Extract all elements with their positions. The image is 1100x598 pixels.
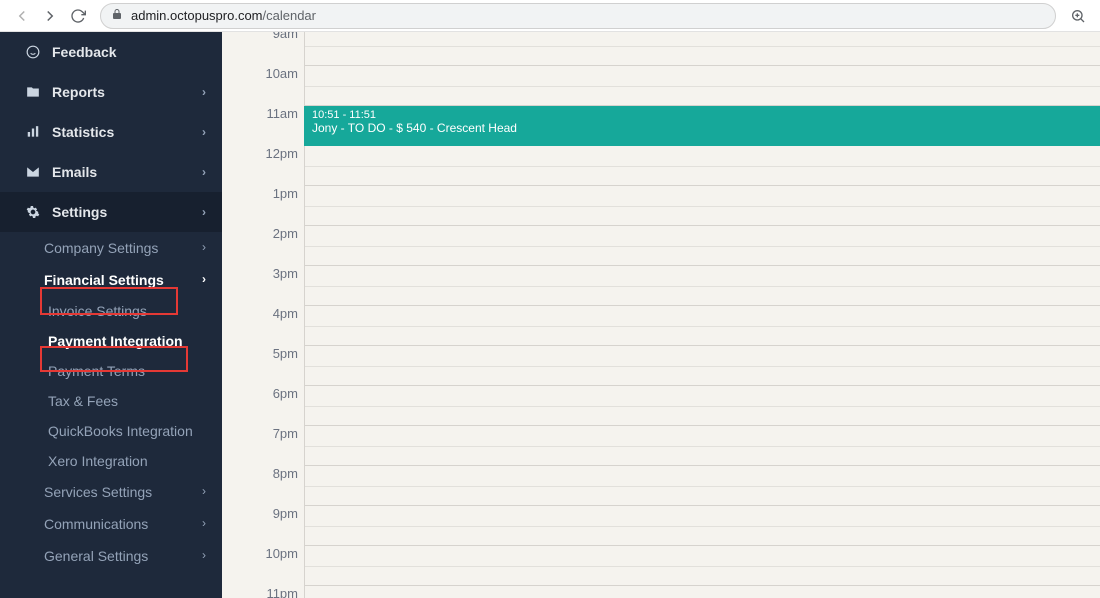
sidebar-subitem-financial-settings[interactable]: Financial Settings ›: [44, 264, 222, 296]
chevron-right-icon: ›: [202, 240, 206, 254]
financial-submenu: Invoice Settings Payment Integration Pay…: [44, 296, 222, 476]
hour-row[interactable]: [305, 146, 1100, 186]
chevron-right-icon: ›: [202, 205, 206, 219]
time-label: 4pm: [256, 306, 304, 346]
time-label: 10am: [256, 66, 304, 106]
sub-label: Payment Integration: [48, 333, 183, 349]
sidebar: Feedback Reports › Statistics › Emails ›: [0, 32, 222, 598]
sidebar-subitem-services-settings[interactable]: Services Settings ›: [44, 476, 222, 508]
chevron-right-icon: ›: [202, 272, 206, 286]
sidebar-label: Settings: [52, 204, 107, 220]
sidebar-subitem-company-settings[interactable]: Company Settings ›: [44, 232, 222, 264]
sub-label: Xero Integration: [48, 453, 148, 469]
lock-icon: [111, 8, 123, 23]
calendar-event[interactable]: 10:51 - 11:51 Jony - TO DO - $ 540 - Cre…: [304, 106, 1100, 146]
hour-row[interactable]: [305, 586, 1100, 598]
address-bar[interactable]: admin.octopuspro.com/calendar: [100, 3, 1056, 29]
time-label: 3pm: [256, 266, 304, 306]
sidebar-subitem-quickbooks[interactable]: QuickBooks Integration: [48, 416, 222, 446]
hour-row[interactable]: [305, 226, 1100, 266]
smile-icon: [24, 45, 42, 59]
sub-label: QuickBooks Integration: [48, 423, 193, 439]
time-label: 7pm: [256, 426, 304, 466]
sub-label: Tax & Fees: [48, 393, 118, 409]
app-container: Feedback Reports › Statistics › Emails ›: [0, 32, 1100, 598]
sub-label: Financial Settings: [44, 272, 164, 288]
url-text: admin.octopuspro.com/calendar: [131, 8, 316, 23]
hour-row[interactable]: [305, 266, 1100, 306]
settings-submenu: Company Settings › Financial Settings › …: [0, 232, 222, 572]
gear-icon: [24, 205, 42, 219]
sub-label: Communications: [44, 516, 148, 532]
time-label: 6pm: [256, 386, 304, 426]
time-label: 10pm: [256, 546, 304, 586]
sidebar-subitem-payment-integration[interactable]: Payment Integration: [48, 326, 222, 356]
browser-toolbar: admin.octopuspro.com/calendar: [0, 0, 1100, 32]
hour-row[interactable]: [305, 66, 1100, 106]
chevron-right-icon: ›: [202, 125, 206, 139]
sidebar-item-emails[interactable]: Emails ›: [0, 152, 222, 192]
hour-row[interactable]: [305, 306, 1100, 346]
back-button[interactable]: [8, 2, 36, 30]
sidebar-label: Emails: [52, 164, 97, 180]
calendar-grid-container: 9am10am11am12pm1pm2pm3pm4pm5pm6pm7pm8pm9…: [256, 32, 1100, 598]
chevron-right-icon: ›: [202, 85, 206, 99]
sidebar-subitem-communications[interactable]: Communications ›: [44, 508, 222, 540]
hour-row[interactable]: [305, 346, 1100, 386]
chevron-right-icon: ›: [202, 165, 206, 179]
sidebar-item-feedback[interactable]: Feedback: [0, 32, 222, 72]
hour-row[interactable]: [305, 32, 1100, 66]
url-host: admin.octopuspro.com: [131, 8, 263, 23]
time-label: 8pm: [256, 466, 304, 506]
sub-label: Company Settings: [44, 240, 158, 256]
main-content: 9am10am11am12pm1pm2pm3pm4pm5pm6pm7pm8pm9…: [222, 32, 1100, 598]
event-title: Jony - TO DO - $ 540 - Crescent Head: [312, 121, 1092, 135]
sidebar-label: Feedback: [52, 44, 117, 60]
folder-icon: [24, 85, 42, 99]
hour-row[interactable]: [305, 466, 1100, 506]
sidebar-label: Reports: [52, 84, 105, 100]
sidebar-subitem-invoice-settings[interactable]: Invoice Settings: [48, 296, 222, 326]
time-label: 12pm: [256, 146, 304, 186]
mail-icon: [24, 165, 42, 179]
sidebar-item-settings[interactable]: Settings ›: [0, 192, 222, 232]
time-column: 9am10am11am12pm1pm2pm3pm4pm5pm6pm7pm8pm9…: [256, 32, 304, 598]
sidebar-item-reports[interactable]: Reports ›: [0, 72, 222, 112]
sub-label: Payment Terms: [48, 363, 145, 379]
time-label: 9pm: [256, 506, 304, 546]
sub-label: Invoice Settings: [48, 303, 147, 319]
time-label: 1pm: [256, 186, 304, 226]
chevron-right-icon: ›: [202, 548, 206, 562]
sub-label: General Settings: [44, 548, 148, 564]
forward-button[interactable]: [36, 2, 64, 30]
time-label: 9am: [256, 32, 304, 66]
time-label: 11am: [256, 106, 304, 146]
url-path: /calendar: [263, 8, 316, 23]
hour-row[interactable]: [305, 386, 1100, 426]
sidebar-subitem-payment-terms[interactable]: Payment Terms: [48, 356, 222, 386]
chevron-right-icon: ›: [202, 516, 206, 530]
hour-row[interactable]: [305, 426, 1100, 466]
time-label: 2pm: [256, 226, 304, 266]
sub-label: Services Settings: [44, 484, 152, 500]
sidebar-subitem-xero[interactable]: Xero Integration: [48, 446, 222, 476]
reload-button[interactable]: [64, 2, 92, 30]
chevron-right-icon: ›: [202, 484, 206, 498]
sidebar-item-statistics[interactable]: Statistics ›: [0, 112, 222, 152]
sidebar-subitem-general-settings[interactable]: General Settings ›: [44, 540, 222, 572]
event-time: 10:51 - 11:51: [312, 109, 1092, 121]
hour-row[interactable]: [305, 506, 1100, 546]
time-label: 11pm: [256, 586, 304, 598]
sidebar-subitem-tax-fees[interactable]: Tax & Fees: [48, 386, 222, 416]
hour-row[interactable]: [305, 186, 1100, 226]
hour-row[interactable]: [305, 546, 1100, 586]
time-label: 5pm: [256, 346, 304, 386]
zoom-button[interactable]: [1064, 2, 1092, 30]
chart-icon: [24, 125, 42, 139]
sidebar-label: Statistics: [52, 124, 114, 140]
